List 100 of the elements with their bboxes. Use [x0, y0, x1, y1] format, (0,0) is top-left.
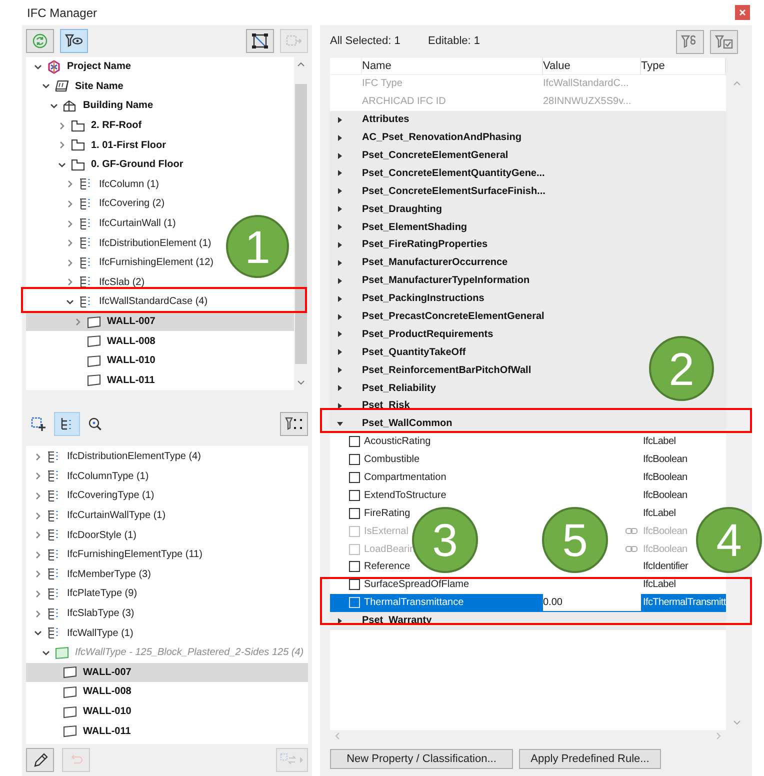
tree-item[interactable]: 1. 01-First Floor — [26, 135, 168, 155]
triangle-right-icon[interactable] — [336, 205, 344, 214]
filter-check-button[interactable] — [710, 30, 738, 54]
checkbox[interactable] — [349, 561, 360, 572]
tree-item[interactable]: WALL-008 — [26, 682, 134, 702]
chevron-right-icon[interactable] — [57, 140, 67, 150]
triangle-right-icon[interactable] — [336, 312, 344, 321]
chevron-right-icon[interactable] — [65, 258, 75, 268]
tree-item[interactable]: 0. GF-Ground Floor — [26, 154, 186, 175]
filter-nodes-button[interactable] — [280, 412, 308, 436]
triangle-right-icon[interactable] — [336, 134, 344, 142]
tree-item[interactable]: IfcSlab (2) — [26, 272, 147, 292]
action-button[interactable]: New Property / Classification... — [330, 749, 513, 769]
tree-item[interactable]: WALL-010 — [26, 350, 158, 370]
property-name[interactable]: ExtendToStructure — [362, 488, 446, 503]
triangle-right-icon[interactable] — [336, 169, 344, 178]
column-header[interactable]: Name — [362, 58, 543, 75]
tree-item[interactable]: IfcCoveringType (1) — [26, 486, 156, 506]
chevron-right-icon[interactable] — [33, 530, 43, 540]
tree-item[interactable]: WALL-011 — [26, 721, 133, 741]
property-name[interactable]: Compartmentation — [362, 470, 446, 486]
tree-item[interactable]: Project Name — [26, 57, 133, 77]
triangle-right-icon[interactable] — [336, 348, 344, 356]
tree-item[interactable]: IfcSlabType (3) — [26, 604, 136, 624]
chevron-right-icon[interactable] — [33, 569, 43, 580]
tree-item[interactable]: IfcColumn (1) — [26, 174, 162, 194]
chevron-right-icon[interactable] — [65, 218, 75, 229]
triangle-right-icon[interactable] — [336, 402, 344, 410]
tree-item[interactable]: IfcDistributionElementType (4) — [26, 447, 203, 467]
property-name[interactable]: FireRating — [362, 506, 410, 521]
checkbox[interactable] — [349, 436, 360, 448]
tree-item[interactable]: IfcCurtainWall (1) — [26, 214, 178, 234]
property-row[interactable]: ThermalTransmittance 0.00 IfcThermalTransmitt — [330, 594, 726, 612]
checkbox[interactable] — [349, 508, 360, 519]
triangle-right-icon[interactable] — [336, 116, 344, 124]
column-header[interactable]: Value — [543, 58, 641, 75]
property-name[interactable]: AcousticRating — [362, 434, 431, 450]
tree-item[interactable]: WALL-007 — [26, 312, 294, 332]
chevron-right-icon[interactable] — [65, 277, 75, 288]
triangle-right-icon[interactable] — [336, 258, 344, 267]
property-name[interactable]: SurfaceSpreadOfFlame — [362, 577, 470, 592]
triangle-down-icon[interactable] — [336, 420, 344, 428]
scroll-thumb[interactable] — [295, 84, 307, 364]
chevron-right-icon[interactable] — [33, 452, 43, 462]
tree-item[interactable]: IfcDoorStyle (1) — [26, 525, 138, 545]
action-button[interactable]: Apply Predefined Rule... — [519, 749, 661, 769]
triangle-right-icon[interactable] — [336, 223, 344, 232]
triangle-right-icon[interactable] — [336, 276, 344, 285]
tree-item[interactable]: IfcWallStandardCase (4) — [26, 292, 210, 312]
triangle-right-icon[interactable] — [336, 616, 344, 625]
chevron-right-icon[interactable] — [33, 588, 43, 599]
triangle-right-icon[interactable] — [336, 187, 344, 196]
edit-button[interactable] — [26, 748, 54, 772]
chevron-right-icon[interactable] — [33, 608, 43, 619]
triangle-right-icon[interactable] — [336, 384, 344, 392]
chevron-right-icon[interactable] — [65, 198, 75, 209]
chevron-right-icon[interactable] — [33, 471, 43, 482]
tree-item[interactable]: WALL-008 — [26, 331, 158, 351]
property-name[interactable]: Combustible — [362, 452, 420, 468]
close-button[interactable] — [735, 5, 750, 20]
tree-item[interactable]: 2. RF-Roof — [26, 116, 144, 136]
tree-item[interactable]: IfcDistributionElement (1) — [26, 233, 214, 253]
chevron-right-icon[interactable] — [33, 490, 43, 501]
chevron-right-icon[interactable] — [57, 120, 67, 131]
triangle-right-icon[interactable] — [336, 294, 344, 303]
chevron-right-icon[interactable] — [33, 510, 43, 521]
tree-item[interactable]: IfcFurnishingElement (12) — [26, 252, 216, 273]
tree-item[interactable]: WALL-010 — [26, 702, 134, 722]
tree-item[interactable]: IfcWallType (1) — [26, 623, 136, 643]
chevron-right-icon[interactable] — [65, 238, 75, 248]
tree-button[interactable] — [54, 412, 80, 436]
chevron-right-icon[interactable] — [33, 550, 43, 560]
tree-item[interactable]: Building Name — [26, 96, 156, 116]
tree-item[interactable]: IfcCurtainWallType (1) — [26, 506, 168, 526]
filter-nodes-icon — [285, 416, 303, 432]
checkbox[interactable] — [349, 579, 360, 590]
filter-view-button[interactable] — [60, 29, 88, 53]
tree-item[interactable]: IfcPlateType (9) — [26, 584, 140, 604]
triangle-right-icon[interactable] — [336, 366, 344, 374]
tree-item[interactable]: IfcMemberType (3) — [26, 564, 153, 584]
property-name[interactable]: Reference — [362, 559, 410, 574]
tree-item[interactable]: IfcColumnType (1) — [26, 466, 151, 486]
tree-item[interactable]: IfcFurnishingElementType (11) — [26, 544, 204, 565]
filter-pset-button[interactable] — [676, 30, 704, 54]
nodes-button[interactable] — [246, 29, 274, 53]
checkbox[interactable] — [349, 472, 360, 484]
tree-item[interactable]: Site Name — [26, 76, 126, 96]
column-header[interactable]: Type — [641, 58, 726, 75]
value-field[interactable]: 0.00 — [543, 594, 641, 612]
tree-item[interactable]: IfcCovering (2) — [26, 194, 167, 214]
triangle-right-icon[interactable] — [336, 152, 344, 160]
chevron-right-icon[interactable] — [65, 179, 75, 190]
checkbox[interactable] — [349, 454, 360, 466]
tree-item[interactable]: WALL-011 — [26, 370, 157, 390]
scroll-up-icon[interactable] — [297, 61, 305, 67]
checkbox[interactable] — [349, 490, 360, 501]
triangle-right-icon[interactable] — [336, 240, 344, 249]
triangle-right-icon[interactable] — [336, 330, 344, 338]
scroll-down-icon[interactable] — [297, 380, 305, 386]
tree-item[interactable]: WALL-007 — [26, 662, 308, 682]
